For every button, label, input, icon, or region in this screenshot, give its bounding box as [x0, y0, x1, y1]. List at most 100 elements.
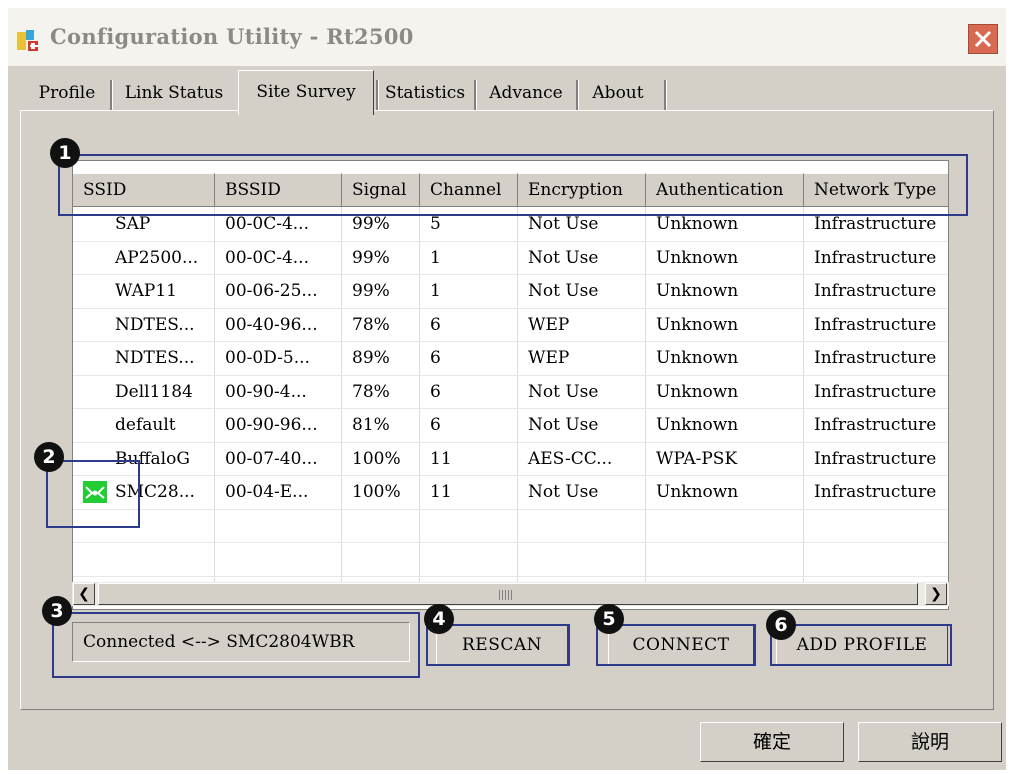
cell-signal: 78%	[352, 314, 390, 335]
tab-divider	[110, 80, 113, 110]
tab-divider	[664, 80, 667, 110]
ok-button[interactable]: 確定	[700, 722, 844, 762]
cell-bssid: 00-0C-4...	[225, 247, 309, 268]
ok-label: 確定	[752, 731, 791, 753]
window-title: Configuration Utility - Rt2500	[50, 24, 414, 49]
cell-encryption: AES-CC...	[528, 448, 613, 469]
close-icon	[974, 30, 992, 48]
annotation-marker-6: 6	[766, 610, 796, 640]
scroll-right-button[interactable]: ❯	[925, 583, 947, 605]
help-label: 說明	[910, 731, 949, 753]
cell-signal: 89%	[352, 348, 390, 368]
tab-about[interactable]: About	[580, 74, 656, 112]
grip-icon	[499, 590, 513, 600]
cell-ssid: AP2500...	[115, 247, 199, 268]
cell-signal: 78%	[352, 381, 390, 402]
rt-app-icon	[16, 28, 42, 54]
cell-encryption: Not Use	[528, 247, 599, 268]
annotation-box-6	[770, 624, 952, 666]
table-row[interactable]: default 00-90-96... 81% 6 Not Use Unknown Infr…	[73, 409, 948, 442]
scroll-left-button[interactable]: ❮	[73, 583, 95, 605]
cell-signal: 100%	[352, 448, 401, 469]
cell-channel: 6	[430, 381, 441, 402]
cell-network-type: Infrastructure	[814, 448, 937, 469]
cell-channel: 11	[430, 448, 452, 469]
cell-ssid: WAP11	[115, 281, 177, 301]
cell-network-type: Infrastructure	[814, 348, 937, 368]
tab-profile[interactable]: Profile	[32, 74, 102, 112]
cell-encryption: Not Use	[528, 482, 599, 502]
cell-network-type: Infrastructure	[814, 247, 937, 268]
tab-label: Link Status	[124, 83, 224, 103]
cell-signal: 99%	[352, 247, 390, 268]
cell-authentication: Unknown	[656, 247, 739, 268]
tab-link-status[interactable]: Link Status	[116, 74, 232, 112]
cell-signal: 99%	[352, 281, 390, 301]
cell-network-type: Infrastructure	[814, 482, 937, 502]
tab-label: About	[592, 83, 644, 103]
cell-channel: 1	[430, 247, 441, 268]
cell-ssid: NDTES...	[115, 348, 195, 368]
tab-label: Statistics	[384, 83, 466, 103]
scroll-thumb[interactable]	[98, 583, 918, 605]
cell-encryption: Not Use	[528, 281, 599, 301]
annotation-box-2	[46, 460, 140, 528]
annotation-marker-1: 1	[50, 138, 80, 168]
annotation-marker-2: 2	[34, 442, 64, 472]
chevron-left-icon: ❮	[78, 586, 90, 602]
tab-site-survey[interactable]: Site Survey	[238, 70, 374, 115]
tab-statistics[interactable]: Statistics	[380, 74, 470, 112]
annotation-box-1	[58, 154, 968, 216]
row-divider	[73, 508, 948, 510]
row-divider	[73, 542, 948, 543]
tab-divider	[474, 80, 477, 110]
chevron-right-icon: ❯	[930, 586, 942, 602]
cell-bssid: 00-90-4...	[225, 381, 307, 402]
table-row[interactable]: Dell1184 00-90-4... 78% 6 Not Use Unknown Infr…	[73, 376, 948, 409]
annotation-box-3	[52, 612, 420, 678]
table-row[interactable]: WAP11 00-06-25... 99% 1 Not Use Unknown Infras…	[73, 275, 948, 308]
table-row[interactable]: NDTES... 00-40-96... 78% 6 WEP Unknown Infrast…	[73, 309, 948, 342]
cell-authentication: Unknown	[656, 381, 739, 402]
tab-advance[interactable]: Advance	[478, 74, 574, 112]
annotation-marker-4: 4	[424, 604, 454, 634]
cell-channel: 6	[430, 415, 441, 435]
cell-ssid: NDTES...	[115, 314, 195, 335]
tab-label: Site Survey	[256, 82, 356, 102]
horizontal-scrollbar[interactable]: ❮ ❯	[72, 582, 949, 606]
annotation-marker-3: 3	[42, 596, 72, 626]
cell-encryption: WEP	[528, 348, 570, 368]
tab-label: Advance	[489, 83, 563, 103]
table-row[interactable]: NDTES... 00-0D-5... 89% 6 WEP Unknown Infrastr…	[73, 342, 948, 375]
cell-authentication: Unknown	[656, 482, 739, 502]
table-row[interactable]: SMC28... 00-04-E... 100% 11 Not Use Unknown In…	[73, 476, 948, 509]
cell-bssid: 00-90-96...	[225, 415, 318, 435]
tab-divider	[376, 80, 379, 110]
tab-divider	[576, 80, 579, 110]
close-button[interactable]	[968, 24, 998, 54]
table-row[interactable]: AP2500... 00-0C-4... 99% 1 Not Use Unknown Inf…	[73, 242, 948, 275]
cell-signal: 100%	[352, 482, 401, 502]
cell-network-type: Infrastructure	[814, 314, 937, 335]
cell-authentication: Unknown	[656, 415, 739, 435]
cell-bssid: 00-06-25...	[225, 281, 318, 301]
annotation-marker-5: 5	[594, 604, 624, 634]
cell-bssid: 00-40-96...	[225, 314, 318, 335]
title-bar: Configuration Utility - Rt2500	[8, 8, 1006, 66]
cell-network-type: Infrastructure	[814, 281, 937, 301]
table-row[interactable]: BuffaloG 00-07-40... 100% 11 AES-CC... WPA-PS…	[73, 443, 948, 476]
cell-channel: 6	[430, 314, 441, 335]
cell-authentication: Unknown	[656, 314, 739, 335]
cell-channel: 6	[430, 348, 441, 368]
cell-bssid: 00-0D-5...	[225, 348, 310, 368]
cell-channel: 11	[430, 482, 452, 502]
cell-bssid: 00-04-E...	[225, 482, 309, 502]
cell-authentication: Unknown	[656, 348, 739, 368]
cell-ssid: default	[115, 415, 176, 435]
help-button[interactable]: 說明	[858, 722, 1002, 762]
row-divider	[73, 575, 948, 577]
cell-channel: 1	[430, 281, 441, 301]
cell-network-type: Infrastructure	[814, 381, 937, 402]
cell-bssid: 00-07-40...	[225, 448, 318, 469]
site-survey-list[interactable]: SSID BSSID Signal Channel Encryption Aut…	[72, 160, 949, 610]
